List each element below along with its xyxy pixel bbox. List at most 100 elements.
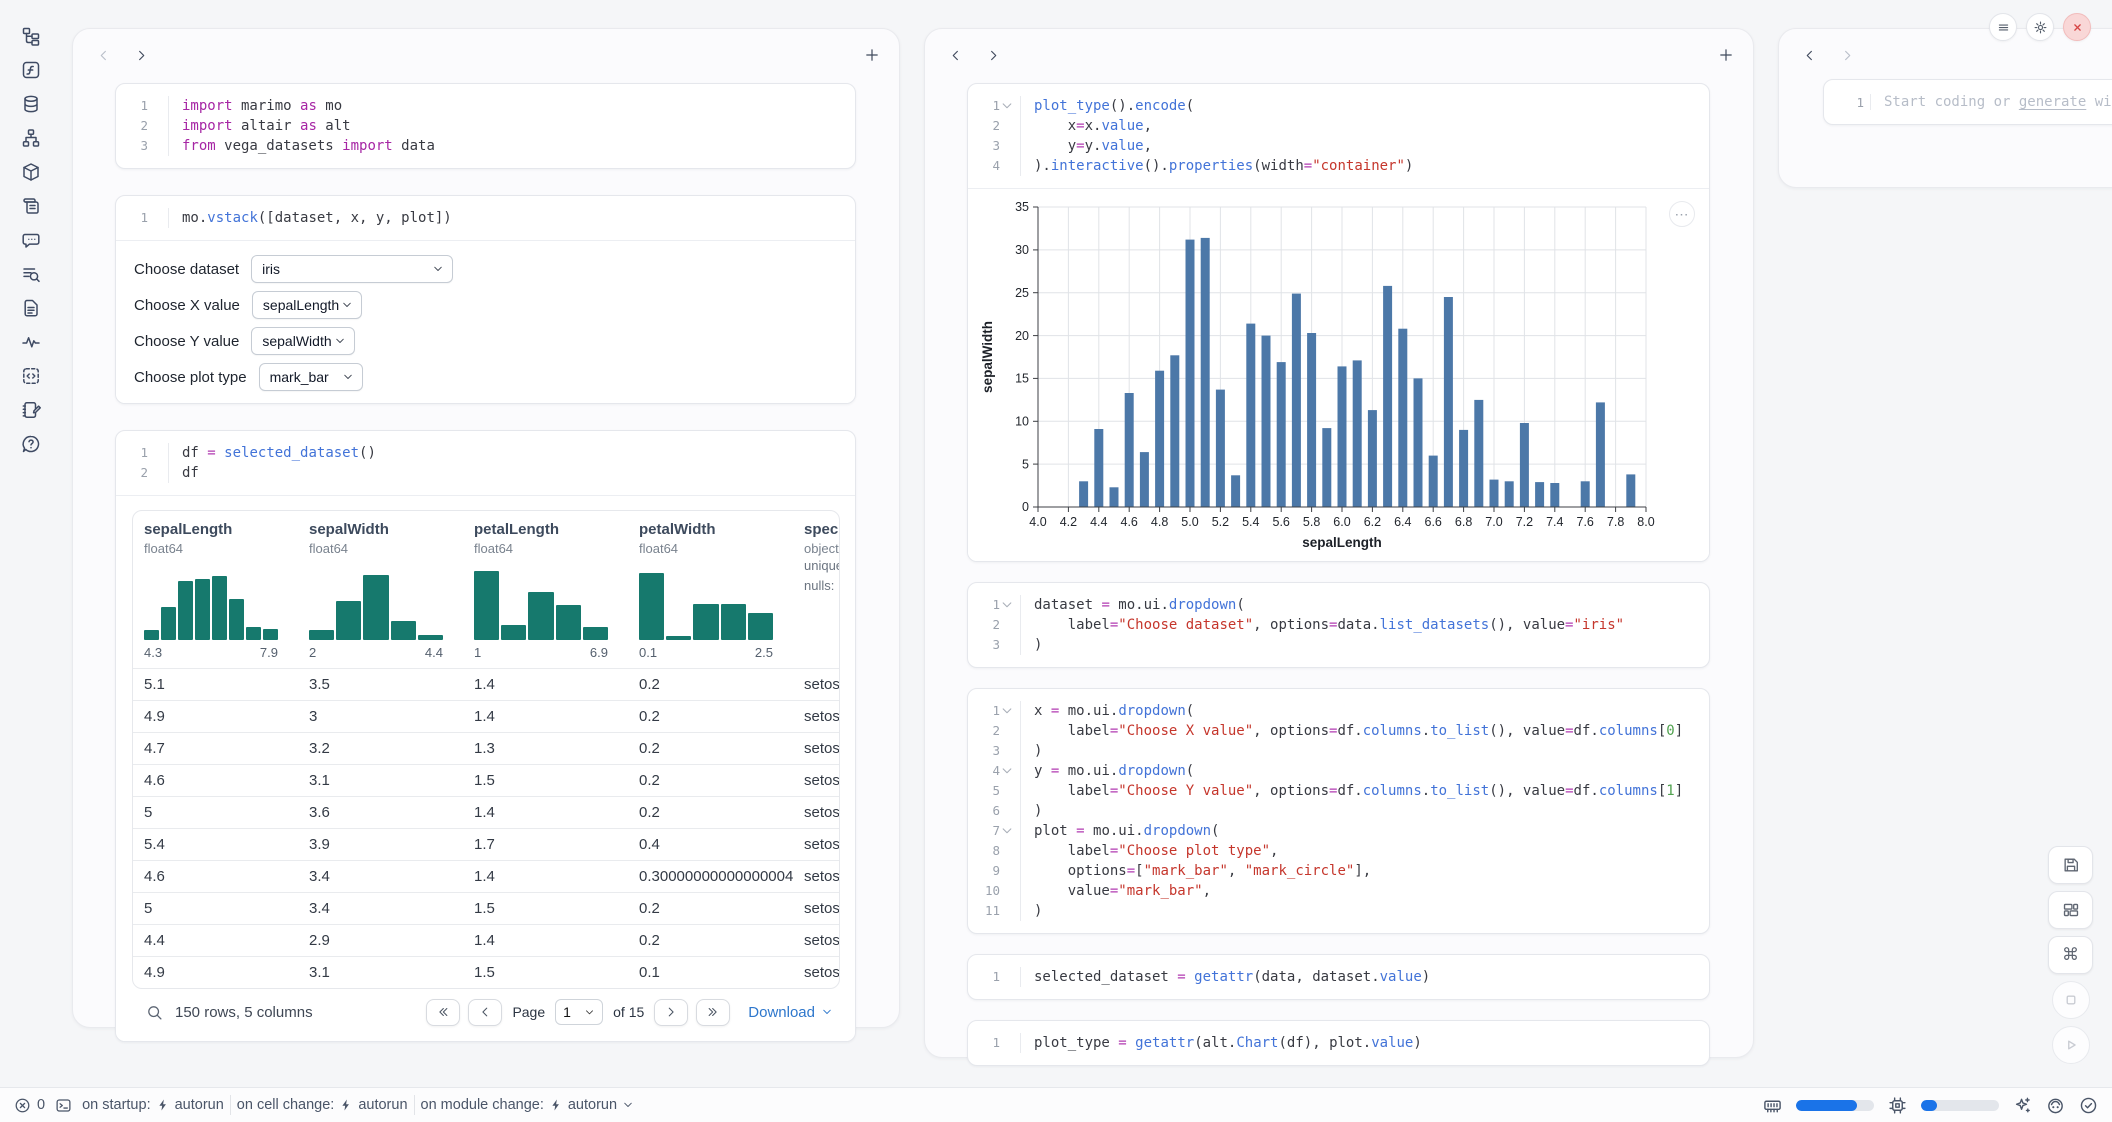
- page-select[interactable]: 1: [555, 999, 603, 1025]
- copilot-icon[interactable]: [2046, 1096, 2065, 1115]
- sidebar-snippets-icon[interactable]: [21, 366, 41, 386]
- fold-chevron-icon: [1000, 598, 1014, 612]
- code-editor-dataframe[interactable]: 1df = selected_dataset()2df: [116, 431, 855, 495]
- column-header-petalLength[interactable]: petalLengthfloat6416.9: [463, 521, 628, 668]
- table-row[interactable]: 4.63.11.50.2setosa: [133, 764, 839, 796]
- column-right-button[interactable]: [980, 42, 1006, 68]
- histogram-bar: [501, 625, 526, 640]
- stop-button[interactable]: [2052, 981, 2090, 1019]
- first-page-button[interactable]: [426, 999, 460, 1026]
- column-left-button[interactable]: [1796, 42, 1822, 68]
- generate-with-ai-link[interactable]: generate: [2019, 94, 2086, 110]
- line-number: 5: [992, 781, 1000, 801]
- sidebar-package-icon[interactable]: [21, 162, 41, 182]
- column-header-species[interactable]: speciesobjectunique:nulls:: [793, 521, 840, 668]
- sidebar-functions-icon[interactable]: [21, 60, 41, 80]
- choose-x-value-select[interactable]: sepalLength: [252, 291, 362, 319]
- sidebar-database-icon[interactable]: [21, 94, 41, 114]
- svg-text:6.0: 6.0: [1333, 515, 1350, 529]
- code-cell-vstack: 1mo.vstack([dataset, x, y, plot]) Choose …: [115, 195, 856, 404]
- column-right-button[interactable]: [1834, 42, 1860, 68]
- table-row[interactable]: 4.42.91.40.2setosa: [133, 924, 839, 956]
- sidebar-help-icon[interactable]: [21, 434, 41, 454]
- next-page-button[interactable]: [654, 999, 688, 1026]
- run-button[interactable]: [2052, 1026, 2090, 1064]
- save-button[interactable]: [2048, 846, 2093, 884]
- code-line: 3): [968, 741, 1709, 761]
- choose-y-value-select[interactable]: sepalWidth: [251, 327, 355, 355]
- empty-code-cell[interactable]: 1 Start coding or generate with AI: [1823, 79, 2112, 125]
- runtime-config-label: on cell change:: [237, 1097, 335, 1113]
- table-cell: 0.2: [628, 676, 793, 693]
- code-text: dataset = mo.ui.dropdown(: [1020, 595, 1245, 615]
- svg-text:20: 20: [1015, 329, 1029, 343]
- code-line: 1df = selected_dataset(): [116, 443, 855, 463]
- sidebar-tracing-icon[interactable]: [21, 332, 41, 352]
- layout-button[interactable]: [2048, 891, 2093, 929]
- last-page-button[interactable]: [696, 999, 730, 1026]
- fold-spacer: [148, 211, 162, 225]
- keyboard-shortcuts-button[interactable]: ⌘: [2048, 936, 2093, 974]
- settings-button[interactable]: [2026, 13, 2054, 41]
- terminal-button[interactable]: [55, 1097, 72, 1114]
- runtime-config-2[interactable]: on cell change:autorun: [237, 1097, 408, 1113]
- column-left-button[interactable]: [942, 42, 968, 68]
- code-editor-vstack[interactable]: 1mo.vstack([dataset, x, y, plot]): [116, 196, 855, 240]
- code-cell-dataset-dropdown: 1dataset = mo.ui.dropdown(2 label="Choos…: [967, 582, 1710, 668]
- layout-grid-icon: [2062, 901, 2080, 919]
- sidebar-documentation-icon[interactable]: [21, 298, 41, 318]
- add-cell-button[interactable]: [1713, 42, 1739, 68]
- table-cell: 3: [298, 708, 463, 725]
- table-row[interactable]: 4.931.40.2setosa: [133, 700, 839, 732]
- line-number: 2: [140, 116, 148, 136]
- code-editor-plot-type[interactable]: 1plot_type = getattr(alt.Chart(df), plot…: [968, 1021, 1709, 1065]
- table-row[interactable]: 53.61.40.2setosa: [133, 796, 839, 828]
- choose-dataset-select[interactable]: iris: [251, 255, 453, 283]
- svg-text:4.2: 4.2: [1060, 515, 1077, 529]
- runtime-config-1[interactable]: on startup:autorun: [82, 1097, 224, 1113]
- svg-text:7.0: 7.0: [1485, 515, 1502, 529]
- shutdown-button[interactable]: [2063, 13, 2091, 41]
- code-editor-selected-dataset[interactable]: 1selected_dataset = getattr(data, datase…: [968, 955, 1709, 999]
- lightning-bolt-icon: [339, 1098, 353, 1112]
- ai-sparkles-icon[interactable]: [2013, 1096, 2032, 1115]
- chart-menu-button[interactable]: ⋯: [1669, 201, 1695, 227]
- connection-status-icon[interactable]: [2079, 1096, 2098, 1115]
- code-editor-plot[interactable]: 1plot_type().encode(2 x=x.value,3 y=y.va…: [968, 84, 1709, 188]
- menu-button[interactable]: [1989, 13, 2017, 41]
- sidebar-script-icon[interactable]: [21, 196, 41, 216]
- table-row[interactable]: 5.43.91.70.4setosa: [133, 828, 839, 860]
- table-row[interactable]: 4.63.41.40.30000000000000004setosa: [133, 860, 839, 892]
- add-cell-button[interactable]: [859, 42, 885, 68]
- choose-plot-type-select[interactable]: mark_bar: [259, 363, 363, 391]
- prev-page-button[interactable]: [468, 999, 502, 1026]
- sidebar-logs-search-icon[interactable]: [21, 264, 41, 284]
- column-header-sepalWidth[interactable]: sepalWidthfloat6424.4: [298, 521, 463, 668]
- line-gutter: 3: [116, 136, 162, 156]
- table-row[interactable]: 4.73.21.30.2setosa: [133, 732, 839, 764]
- table-row[interactable]: 4.93.11.50.1setosa: [133, 956, 839, 988]
- table-row[interactable]: 5.13.51.40.2setosa: [133, 668, 839, 700]
- code-editor-xy-plot-dropdowns[interactable]: 1x = mo.ui.dropdown(2 label="Choose X va…: [968, 689, 1709, 933]
- floating-actions: ⌘: [2048, 846, 2093, 1064]
- column-header-sepalLength[interactable]: sepalLengthfloat644.37.9: [133, 521, 298, 668]
- code-editor-imports[interactable]: 1import marimo as mo2import altair as al…: [116, 84, 855, 168]
- sidebar-chat-bot-icon[interactable]: [21, 230, 41, 250]
- error-counter[interactable]: 0: [14, 1097, 45, 1114]
- download-button[interactable]: Download: [748, 1004, 833, 1021]
- column-header-petalWidth[interactable]: petalWidthfloat640.12.5: [628, 521, 793, 668]
- plus-icon: [1718, 47, 1734, 63]
- sidebar-file-tree-icon[interactable]: [21, 26, 41, 46]
- fold-spacer: [1000, 159, 1014, 173]
- table-row[interactable]: 53.41.50.2setosa: [133, 892, 839, 924]
- control-row: Choose plot typemark_bar: [134, 363, 837, 391]
- column-left-button[interactable]: [90, 42, 116, 68]
- sidebar-scratchpad-icon[interactable]: [21, 400, 41, 420]
- column-right-button[interactable]: [128, 42, 154, 68]
- code-editor-dataset-dropdown[interactable]: 1dataset = mo.ui.dropdown(2 label="Choos…: [968, 583, 1709, 667]
- line-number: 1: [1856, 95, 1864, 110]
- sidebar-dependency-graph-icon[interactable]: [21, 128, 41, 148]
- code-text: plot_type().encode(: [1020, 96, 1194, 116]
- lightning-bolt-icon: [549, 1098, 563, 1112]
- runtime-config-3[interactable]: on module change:autorun: [421, 1097, 635, 1113]
